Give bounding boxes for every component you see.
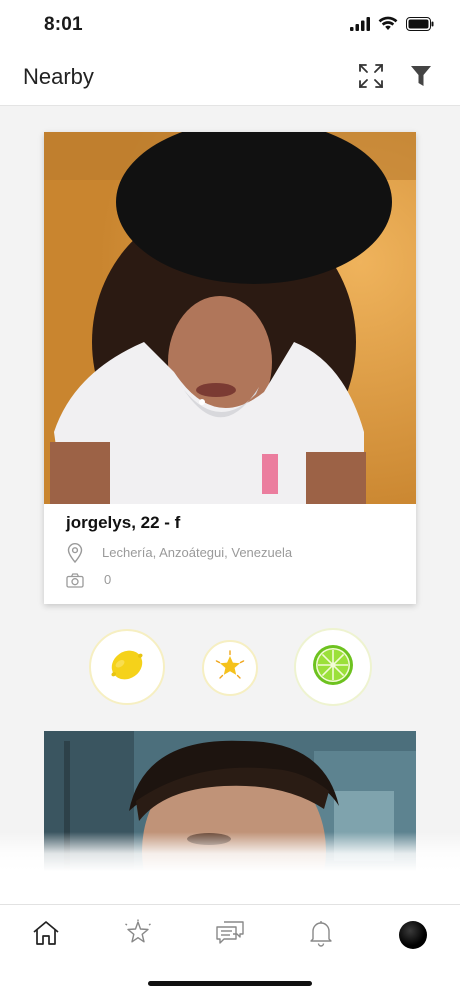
profile-photo-illustration	[44, 132, 416, 504]
star-icon	[124, 919, 152, 952]
lime-button[interactable]	[294, 628, 372, 706]
star-burst-icon	[214, 649, 246, 687]
bell-icon	[309, 919, 333, 952]
photo-count-row: 0	[66, 570, 111, 590]
battery-icon	[406, 16, 434, 36]
signal-icon	[350, 16, 370, 36]
header: Nearby	[0, 52, 460, 106]
scroll-fade	[0, 832, 460, 904]
expand-button[interactable]	[357, 63, 385, 94]
camera-icon	[66, 570, 84, 590]
location-row: Lechería, Anzoátegui, Venezuela	[66, 543, 292, 563]
tab-home[interactable]	[28, 917, 64, 953]
home-icon	[32, 920, 60, 951]
lime-icon	[311, 643, 355, 692]
profile-photo[interactable]	[44, 132, 416, 504]
status-time: 8:01	[44, 14, 83, 35]
tab-favorites[interactable]	[120, 917, 156, 953]
tab-notifications[interactable]	[303, 917, 339, 953]
home-indicator	[148, 981, 312, 986]
expand-icon	[358, 63, 384, 94]
status-icons	[350, 16, 434, 36]
photo-count: 0	[104, 572, 112, 587]
filter-button[interactable]	[407, 64, 435, 92]
page-title: Nearby	[23, 64, 94, 89]
tab-messages[interactable]	[212, 917, 248, 953]
status-bar: 8:01	[0, 0, 460, 52]
profile-location: Lechería, Anzoátegui, Venezuela	[102, 545, 293, 560]
map-pin-icon	[66, 543, 84, 563]
profile-card[interactable]: jorgelys, 22 - f Lechería, Anzoátegui, V…	[44, 132, 416, 604]
messages-icon	[215, 920, 245, 951]
lemon-icon	[107, 645, 147, 690]
filter-icon	[410, 64, 432, 93]
wifi-icon	[378, 16, 398, 36]
tab-profile[interactable]	[395, 917, 431, 953]
avatar	[399, 921, 427, 949]
lemon-button[interactable]	[89, 629, 165, 705]
profile-name: jorgelys, 22 - f	[66, 513, 181, 532]
star-button[interactable]	[202, 640, 258, 696]
